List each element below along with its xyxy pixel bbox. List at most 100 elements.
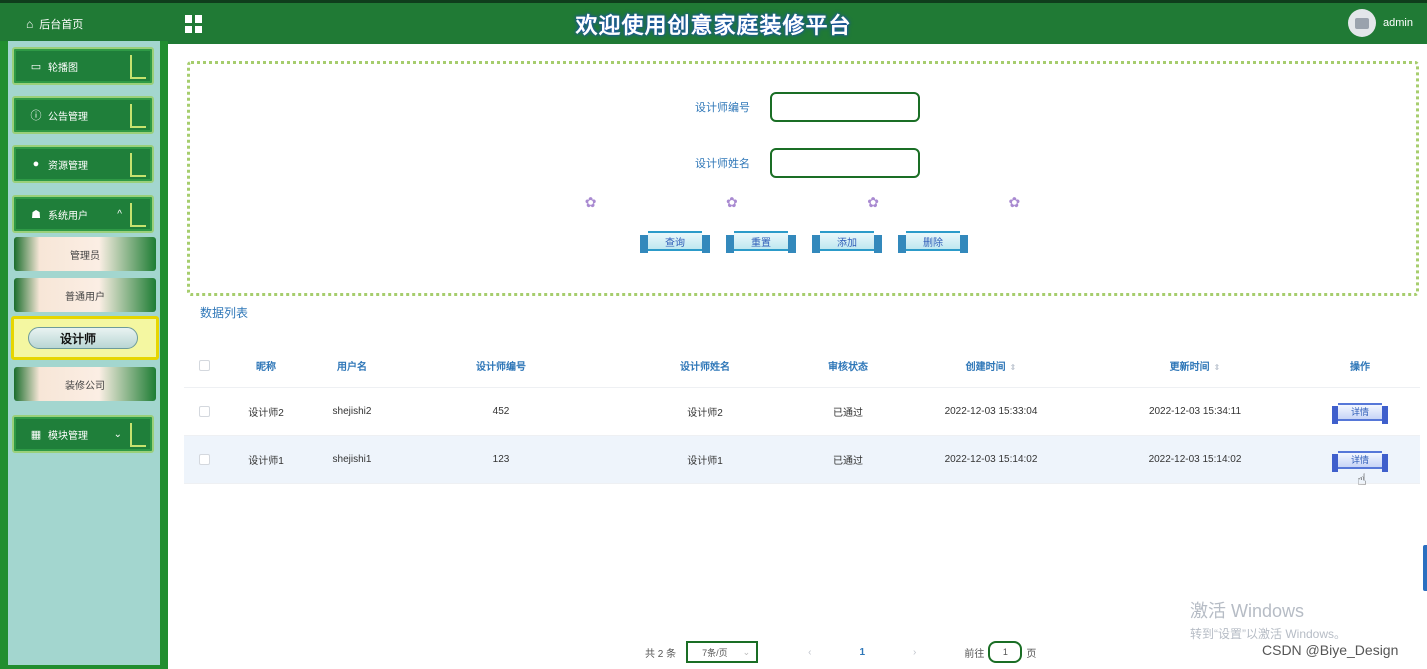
sidebar-subitem-label: 普通用户	[65, 291, 105, 303]
flower-icon: ✿	[867, 194, 879, 210]
credit-text: CSDN @Biye_Design	[1262, 642, 1399, 658]
flower-icon: ✿	[726, 194, 738, 210]
cell-username: shejishi2	[332, 406, 372, 417]
detail-button[interactable]: 详情	[1332, 400, 1388, 424]
sidebar-subitem-label: 设计师	[59, 331, 96, 346]
avatar	[1348, 9, 1377, 37]
cell-updated: 2022-12-03 15:14:02	[1148, 454, 1242, 465]
windows-activation-watermark: 激活 Windows 转到“设置”以激活 Windows。	[1190, 597, 1346, 642]
delete-button[interactable]: 删除	[898, 227, 968, 255]
page-number[interactable]: 1	[859, 647, 865, 658]
sidebar-subitem-company[interactable]: 装修公司	[14, 367, 156, 401]
delete-button-label: 删除	[923, 237, 943, 249]
sidebar-item-system-users[interactable]: ☗ 系统用户 ^	[12, 195, 154, 233]
corner-decoration	[130, 55, 146, 79]
cell-operation: 详情	[1300, 400, 1420, 424]
cell-designer-name: 设计师1	[687, 456, 723, 467]
home-icon: ⌂	[26, 16, 34, 31]
row-checkbox[interactable]	[184, 406, 224, 417]
sidebar-item-label: 公告管理	[48, 111, 88, 123]
sidebar-item-modules[interactable]: ▦ 模块管理 ⌄	[12, 415, 154, 453]
designer-no-row: 设计师编号	[190, 92, 1416, 122]
info-icon: ⓘ	[30, 110, 42, 122]
goto-page-input[interactable]: 1	[988, 641, 1023, 663]
chevron-down-icon: ⌄	[113, 429, 122, 440]
side-handle[interactable]	[1423, 545, 1427, 591]
sidebar-item-label: 资源管理	[48, 160, 88, 172]
detail-button[interactable]: 详情	[1332, 448, 1388, 472]
sidebar-item-carousel[interactable]: ▭ 轮播图	[12, 47, 154, 85]
grid-icon: ▦	[30, 428, 42, 441]
sidebar-subitem-regular-user[interactable]: 普通用户	[14, 278, 156, 312]
image-icon: ▭	[30, 60, 42, 73]
data-table: 昵称 用户名 设计师编号 设计师姓名 审核状态 创建时间 ⇕ 更新时间 ⇕ 操作 设…	[184, 344, 1420, 484]
add-button-label: 添加	[837, 237, 857, 249]
corner-decoration	[130, 153, 146, 177]
cell-created: 2022-12-03 15:33:04	[944, 406, 1038, 417]
watermark-line2: 转到“设置”以激活 Windows。	[1190, 627, 1347, 641]
chevron-up-icon: ^	[117, 209, 122, 220]
sidebar-subitem-designer[interactable]: 设计师	[11, 316, 159, 360]
prev-page-icon[interactable]: ‹	[808, 647, 811, 658]
cell-review-status: 已通过	[833, 456, 863, 467]
col-updated[interactable]: 更新时间 ⇕	[1090, 358, 1300, 373]
cell-designer-name: 设计师2	[687, 408, 723, 419]
total-count: 共 2 条	[645, 648, 677, 660]
sort-icon[interactable]: ⇕	[1214, 363, 1221, 372]
col-operation: 操作	[1350, 362, 1370, 373]
flower-icon: ✿	[584, 194, 597, 210]
cell-updated: 2022-12-03 15:34:11	[1148, 406, 1242, 417]
sidebar-item-label: 轮播图	[48, 62, 78, 74]
main-content: 设计师编号 设计师姓名 ✿ ✿ ✿ ✿ 查询 重置 添加 删除 数据列表 昵称 …	[170, 44, 1427, 669]
sidebar-subitem-label: 管理员	[70, 250, 100, 262]
row-checkbox[interactable]	[184, 454, 224, 465]
table-row: 设计师2 shejishi2 452 设计师2 已通过 2022-12-03 1…	[184, 388, 1420, 436]
add-button[interactable]: 添加	[812, 227, 882, 255]
cell-operation: 详情	[1300, 448, 1420, 472]
home-link[interactable]: ⌂ 后台首页	[0, 3, 168, 44]
flower-decoration: ✿ ✿ ✿ ✿	[520, 194, 1085, 212]
home-label: 后台首页	[39, 18, 84, 31]
page-size-value: 7条/页	[702, 647, 728, 658]
col-nickname: 昵称	[256, 362, 276, 373]
search-buttons: 查询 重置 添加 删除	[640, 227, 968, 255]
designer-no-input[interactable]	[770, 92, 920, 122]
user-menu[interactable]: admin	[1348, 9, 1413, 37]
detail-button-label: 详情	[1350, 455, 1369, 465]
col-updated-label: 更新时间	[1169, 362, 1210, 373]
designer-no-label: 设计师编号	[695, 102, 750, 114]
sidebar-subitem-admin[interactable]: 管理员	[14, 237, 156, 271]
query-button[interactable]: 查询	[640, 227, 710, 255]
designer-name-input[interactable]	[770, 148, 920, 178]
sidebar: ▭ 轮播图 ⓘ 公告管理 ● 资源管理 ☗ 系统用户 ^ 管理员 普通用户 设计…	[0, 41, 168, 669]
sidebar-item-resources[interactable]: ● 资源管理	[12, 145, 154, 183]
sidebar-item-announcements[interactable]: ⓘ 公告管理	[12, 96, 154, 134]
designer-name-row: 设计师姓名	[190, 148, 1416, 178]
col-designer-name: 设计师姓名	[680, 362, 730, 373]
corner-decoration	[130, 203, 146, 227]
designer-name-label: 设计师姓名	[695, 158, 750, 170]
page-size-select[interactable]: 7条/页 ⌄	[686, 641, 759, 663]
sort-icon[interactable]: ⇕	[1010, 363, 1017, 372]
goto-suffix: 页	[1026, 648, 1037, 660]
col-username: 用户名	[337, 362, 367, 373]
mouse-cursor-icon: ☝	[1357, 472, 1367, 489]
query-button-label: 查询	[665, 237, 685, 249]
cell-review-status: 已通过	[833, 408, 863, 419]
corner-decoration	[130, 423, 146, 447]
select-all-checkbox[interactable]	[184, 360, 224, 371]
next-page-icon[interactable]: ›	[913, 647, 916, 658]
detail-button-label: 详情	[1350, 407, 1369, 417]
list-title: 数据列表	[200, 306, 249, 320]
table-header: 昵称 用户名 设计师编号 设计师姓名 审核状态 创建时间 ⇕ 更新时间 ⇕ 操作	[184, 344, 1420, 388]
col-created[interactable]: 创建时间 ⇕	[892, 358, 1090, 373]
chevron-down-icon: ⌄	[742, 646, 751, 657]
corner-decoration	[130, 104, 146, 128]
user-icon: ☗	[31, 208, 41, 221]
cell-designer-no: 123	[492, 454, 510, 465]
reset-button[interactable]: 重置	[726, 227, 796, 255]
col-created-label: 创建时间	[965, 362, 1006, 373]
menu-toggle-icon[interactable]	[185, 15, 203, 33]
cell-created: 2022-12-03 15:14:02	[944, 454, 1038, 465]
image-placeholder-icon	[1355, 17, 1370, 29]
